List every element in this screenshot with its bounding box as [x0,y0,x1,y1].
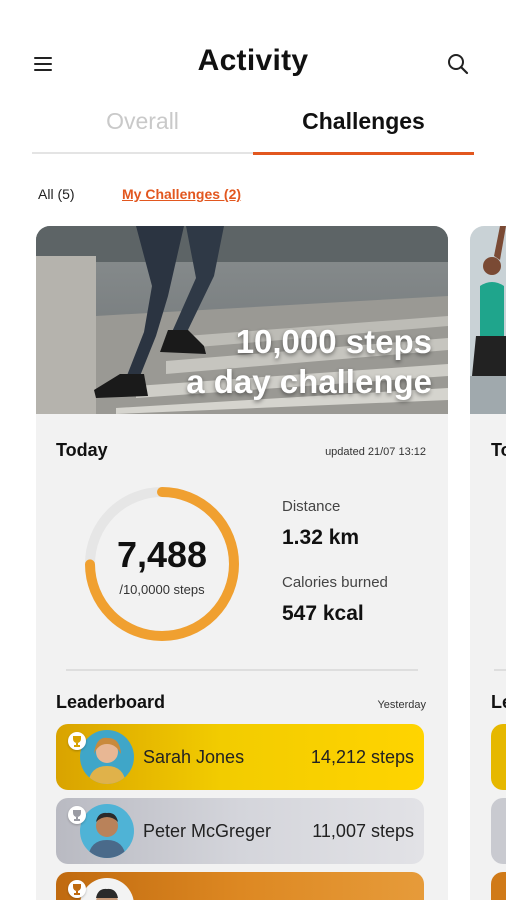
calories-label: Calories burned [282,574,388,591]
gold-trophy-icon [68,732,86,750]
filter-my-challenges[interactable]: My Challenges (2) [122,186,241,202]
leaderboard-row[interactable]: Sarah Jones 14,212 steps [56,724,424,790]
page-title: Activity [197,44,309,77]
updated-timestamp: updated 21/07 13:12 [325,446,426,458]
activity-tabs: Overall Challenges [32,104,474,155]
next-card-today-label: To [491,440,506,460]
filter-all[interactable]: All (5) [38,186,75,202]
search-icon[interactable] [446,52,470,76]
bronze-trophy-icon [68,880,86,898]
next-card-leaderboard-row [491,724,506,790]
app-header: Activity [0,0,506,100]
tab-overall[interactable]: Overall [32,108,253,135]
step-goal: /10,0000 steps [119,582,205,597]
next-challenge-card[interactable]: To Le [470,226,506,900]
next-card-leaderboard-label: Le [491,692,506,712]
challenge-hero-image: 10,000 steps a day challenge [36,226,448,414]
step-count: 7,488 [116,534,208,575]
leaderboard-name: Peter McGreger [143,821,272,841]
active-tab-indicator [253,152,474,155]
leaderboard-row[interactable] [56,872,424,900]
next-card-leaderboard-row [491,872,506,900]
next-card-divider [494,669,506,671]
tab-challenges[interactable]: Challenges [253,108,474,135]
next-challenge-hero-image [470,226,506,414]
distance-label: Distance [282,498,341,515]
leaderboard-steps: 14,212 steps [310,747,414,767]
leaderboard-title: Leaderboard [56,692,166,712]
distance-value: 1.32 km [282,526,360,549]
avatar [80,804,134,858]
leaderboard-row[interactable]: Peter McGreger 11,007 steps [56,798,424,864]
avatar [80,878,134,900]
silver-trophy-icon [68,806,86,824]
leaderboard-name: Sarah Jones [143,747,245,767]
calories-value: 547 kcal [282,602,364,625]
next-card-leaderboard-row [491,798,506,864]
challenge-title: 10,000 steps a day challenge [186,323,432,400]
leaderboard-steps: 11,007 steps [312,821,414,841]
avatar [80,730,134,784]
challenge-card[interactable]: 10,000 steps a day challenge Today updat… [36,226,448,900]
today-label: Today [56,440,108,460]
section-divider [66,669,418,671]
leaderboard-period: Yesterday [377,699,426,711]
